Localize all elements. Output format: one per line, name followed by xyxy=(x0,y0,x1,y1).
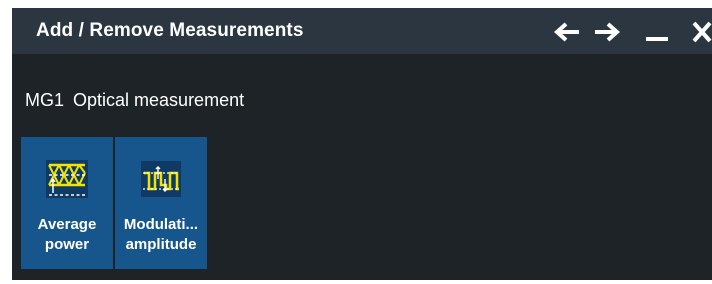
dialog-title: Add / Remove Measurements xyxy=(36,20,304,41)
measurement-tile-label: Average power xyxy=(21,215,113,255)
measurement-group-label: MG1 Optical measurement xyxy=(25,90,244,111)
arrow-left-icon xyxy=(553,22,579,42)
tile-label-line1: Average xyxy=(37,216,97,233)
measurement-tile-average-power[interactable]: Average power xyxy=(21,137,113,269)
group-id: MG1 xyxy=(25,90,65,110)
minimize-button[interactable] xyxy=(640,18,674,46)
measurement-tile-label: Modulati... amplitude xyxy=(115,215,207,255)
average-power-icon xyxy=(46,160,88,198)
arrow-right-icon xyxy=(595,22,621,42)
tile-label-line2: power xyxy=(44,236,90,253)
close-icon xyxy=(692,21,712,43)
minimize-icon xyxy=(646,37,668,41)
back-button[interactable] xyxy=(550,18,584,46)
modulation-amplitude-icon xyxy=(141,161,181,197)
close-button[interactable] xyxy=(687,18,712,46)
title-bar: Add / Remove Measurements xyxy=(12,8,712,54)
group-name: Optical measurement xyxy=(73,90,245,110)
measurement-tile-modulation-amplitude[interactable]: Modulati... amplitude xyxy=(115,137,207,269)
tile-label-line1: Modulati... xyxy=(123,216,199,233)
forward-button[interactable] xyxy=(590,18,624,46)
add-remove-measurements-dialog: Add / Remove Measurements MG1 Optical mea… xyxy=(12,8,712,280)
tile-label-line2: amplitude xyxy=(125,236,197,253)
